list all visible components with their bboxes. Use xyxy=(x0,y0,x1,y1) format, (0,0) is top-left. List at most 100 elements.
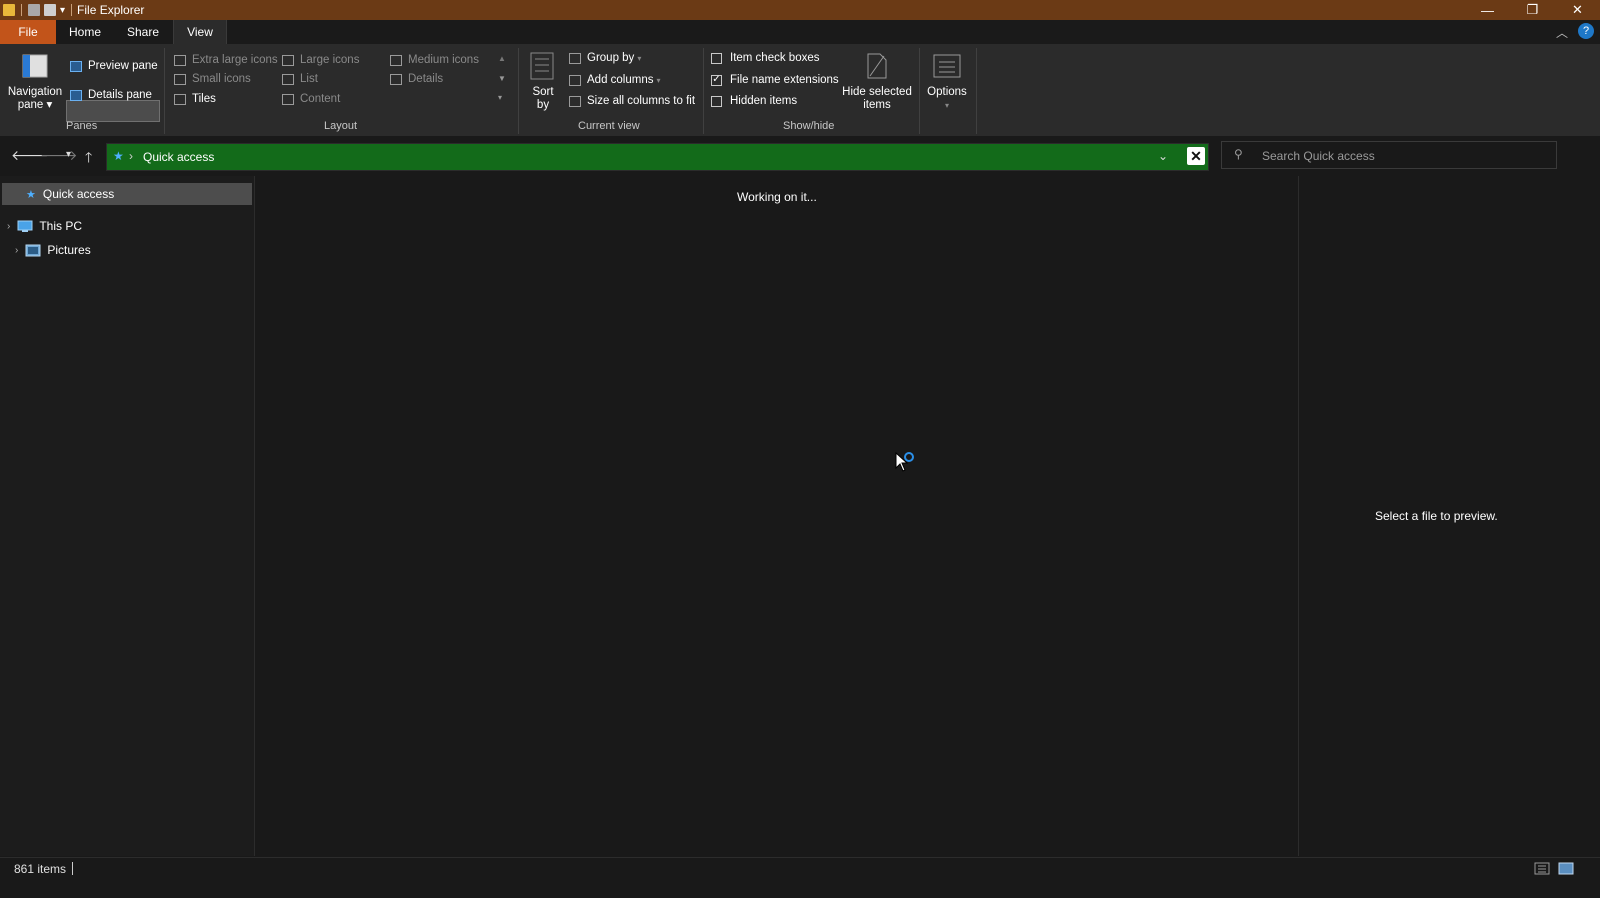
tiles-option[interactable]: Tiles xyxy=(174,93,216,105)
address-bar[interactable]: ★ › Quick access ⌄ xyxy=(106,143,1209,171)
medium-icons-icon xyxy=(390,54,402,66)
navigation-pane-button[interactable]: Navigation pane ▾ xyxy=(6,86,64,112)
current-view-group-label: Current view xyxy=(578,120,640,132)
quick-access-toolbar: ▾ xyxy=(0,0,74,20)
details-pane-button[interactable]: Details pane xyxy=(70,89,152,101)
tab-view[interactable]: View xyxy=(173,20,227,44)
file-list-area[interactable] xyxy=(255,176,1297,856)
nav-item-quick-access[interactable]: ★ Quick access xyxy=(2,183,252,205)
extra-large-icons-option[interactable]: Extra large icons xyxy=(174,54,278,66)
loading-message: Working on it... xyxy=(737,190,817,204)
new-folder-icon[interactable] xyxy=(44,4,56,16)
search-input[interactable] xyxy=(1260,146,1544,166)
sort-by-button[interactable]: Sort by xyxy=(528,86,558,112)
breadcrumb-chevron-icon[interactable]: › xyxy=(129,149,133,163)
item-count: 861 items xyxy=(14,862,67,876)
forward-arrow-icon[interactable]: 🡒 xyxy=(40,147,78,164)
medium-icons-label: Medium icons xyxy=(408,54,479,66)
expand-chevron-icon[interactable]: › xyxy=(7,221,10,232)
hidden-items-checkbox[interactable] xyxy=(711,95,722,107)
small-icons-option[interactable]: Small icons xyxy=(174,73,251,85)
options-button[interactable]: Options ▾ xyxy=(922,86,972,112)
navigation-pane: ★ Quick access › This PC › Pictures xyxy=(0,176,255,856)
collapse-ribbon-chevron-icon[interactable]: ︿ xyxy=(1556,24,1568,41)
status-bar: 861 items xyxy=(0,857,1600,880)
hide-selected-items-button[interactable]: Hide selected items xyxy=(840,86,914,112)
close-button[interactable]: ✕ xyxy=(1555,0,1600,20)
item-check-boxes-label: Item check boxes xyxy=(730,52,820,64)
show-hide-group-label: Show/hide xyxy=(783,120,835,132)
title-bar: ▾ File Explorer — ❐ ✕ xyxy=(0,0,1600,20)
add-columns-label: Add columns xyxy=(587,74,654,86)
large-icons-icon xyxy=(282,54,294,66)
file-name-extensions-checkbox[interactable]: ✓ xyxy=(711,74,722,86)
list-option[interactable]: List xyxy=(282,73,318,85)
add-columns-icon xyxy=(569,74,581,86)
search-box[interactable]: ⚲ xyxy=(1221,141,1557,169)
layout-scroll-up-icon[interactable]: ▲ xyxy=(498,54,506,63)
add-columns-button[interactable]: Add columns ▾ xyxy=(569,74,661,86)
details-label: Details xyxy=(408,73,444,85)
nav-item-label: This PC xyxy=(39,219,83,233)
nav-item-label: Quick access xyxy=(42,187,115,201)
stop-loading-icon[interactable]: ✕ xyxy=(1187,147,1205,165)
extra-large-icons-icon xyxy=(174,54,186,66)
preview-message: Select a file to preview. xyxy=(1375,509,1498,523)
file-name-extensions-toggle[interactable]: ✓ File name extensions xyxy=(711,74,839,86)
hide-selected-items-icon xyxy=(867,53,887,79)
navigation-pane-icon xyxy=(22,54,48,78)
tab-share[interactable]: Share xyxy=(120,20,166,44)
navigation-pane-label: Navigation pane xyxy=(7,86,63,111)
medium-icons-option[interactable]: Medium icons xyxy=(390,54,479,66)
tiles-icon xyxy=(174,93,186,105)
pictures-folder-icon xyxy=(25,244,41,256)
details-pane-label: Details pane xyxy=(88,89,152,101)
details-option[interactable]: Details xyxy=(390,73,443,85)
customize-toolbar-chevron-icon[interactable]: ▾ xyxy=(60,5,65,16)
content-label: Content xyxy=(300,93,341,105)
nav-item-label: Pictures xyxy=(47,243,91,257)
content-option[interactable]: Content xyxy=(282,93,340,105)
nav-item-pictures[interactable]: › Pictures xyxy=(2,239,252,261)
up-arrow-icon[interactable]: 🡑 xyxy=(85,147,92,171)
window-controls: — ❐ ✕ xyxy=(1465,0,1600,20)
divider xyxy=(518,48,519,134)
group-by-button[interactable]: Group by ▾ xyxy=(569,52,641,64)
recent-locations-chevron-icon[interactable]: ▾ xyxy=(66,149,71,160)
size-all-columns-button[interactable]: Size all columns to fit xyxy=(569,95,695,107)
busy-cursor-icon xyxy=(895,452,914,472)
tab-home[interactable]: Home xyxy=(62,20,108,44)
hidden-items-label: Hidden items xyxy=(730,95,798,107)
small-icons-icon xyxy=(174,73,186,85)
divider xyxy=(919,48,920,134)
properties-icon[interactable] xyxy=(28,4,40,16)
content-icon xyxy=(282,93,294,105)
maximize-button[interactable]: ❐ xyxy=(1510,0,1555,20)
options-icon xyxy=(933,54,961,78)
group-by-icon xyxy=(569,52,581,64)
list-label: List xyxy=(300,73,318,85)
nav-item-this-pc[interactable]: › This PC xyxy=(2,215,252,237)
divider xyxy=(72,862,73,875)
large-icons-view-icon[interactable] xyxy=(1558,862,1574,875)
layout-scroll-down-icon[interactable]: ▼ xyxy=(498,74,506,83)
layout-group-label: Layout xyxy=(324,120,358,132)
address-history-chevron-icon[interactable]: ⌄ xyxy=(1158,149,1168,163)
preview-pane-icon xyxy=(70,60,82,72)
sort-by-icon xyxy=(530,52,554,80)
expand-chevron-icon[interactable]: › xyxy=(15,245,18,256)
preview-pane-button[interactable] xyxy=(66,100,160,122)
help-icon[interactable]: ? xyxy=(1578,23,1594,39)
details-icon xyxy=(390,73,402,85)
minimize-button[interactable]: — xyxy=(1465,0,1510,20)
preview-pane-item[interactable]: Preview pane xyxy=(70,60,158,72)
large-icons-option[interactable]: Large icons xyxy=(282,54,359,66)
item-check-boxes-checkbox[interactable] xyxy=(711,52,722,64)
small-icons-label: Small icons xyxy=(192,73,251,85)
breadcrumb-location[interactable]: Quick access xyxy=(143,150,214,164)
layout-expand-icon[interactable]: ▾ xyxy=(498,93,502,102)
item-check-boxes-toggle[interactable]: Item check boxes xyxy=(711,52,819,64)
tab-file[interactable]: File xyxy=(0,20,56,44)
details-view-icon[interactable] xyxy=(1534,862,1550,875)
hidden-items-toggle[interactable]: Hidden items xyxy=(711,95,797,107)
